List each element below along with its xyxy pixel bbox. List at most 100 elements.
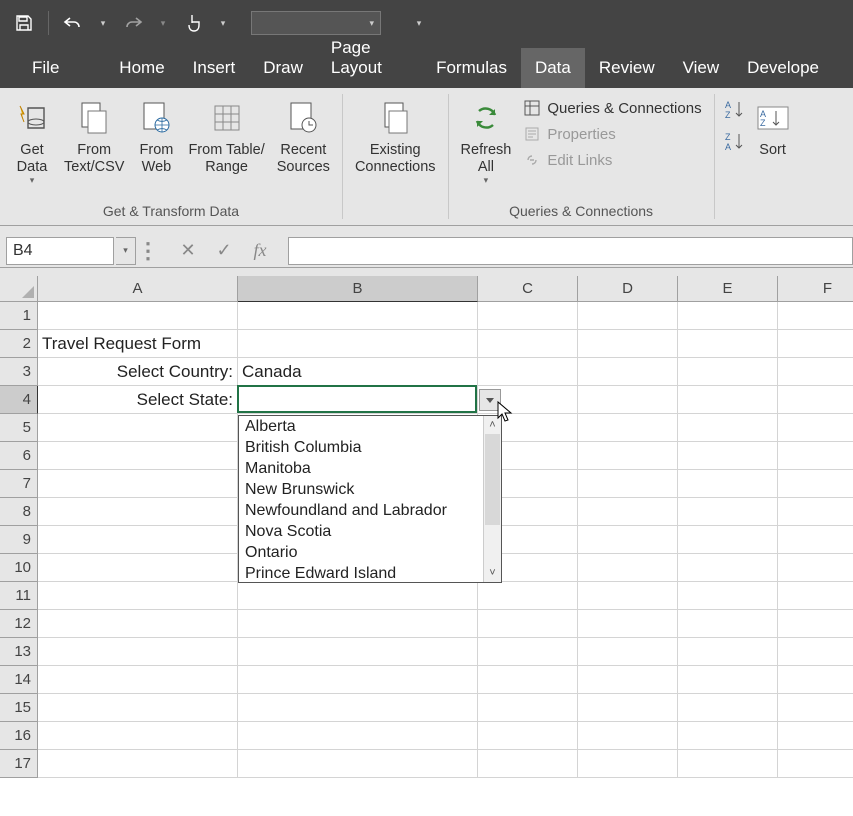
cell-F5[interactable] — [778, 414, 853, 442]
cell-C16[interactable] — [478, 722, 578, 750]
cell-F6[interactable] — [778, 442, 853, 470]
cell-C13[interactable] — [478, 638, 578, 666]
cell-C12[interactable] — [478, 610, 578, 638]
tab-data[interactable]: Data — [521, 48, 585, 88]
name-box-dropdown[interactable]: ▾ — [116, 237, 136, 265]
formula-bar-input[interactable] — [288, 237, 853, 265]
column-header-A[interactable]: A — [38, 276, 238, 302]
cell-D12[interactable] — [578, 610, 678, 638]
cell-D10[interactable] — [578, 554, 678, 582]
undo-button[interactable] — [57, 7, 89, 39]
dropdown-item[interactable]: British Columbia — [239, 437, 483, 458]
cell-C11[interactable] — [478, 582, 578, 610]
cell-E16[interactable] — [678, 722, 778, 750]
cell-A8[interactable] — [38, 498, 238, 526]
cell-E13[interactable] — [678, 638, 778, 666]
touch-dropdown[interactable]: ▾ — [213, 18, 233, 29]
cell-B14[interactable] — [238, 666, 478, 694]
redo-button[interactable] — [117, 7, 149, 39]
cell-E17[interactable] — [678, 750, 778, 778]
row-header-16[interactable]: 16 — [0, 722, 38, 750]
column-header-B[interactable]: B — [238, 276, 478, 302]
queries-connections-button[interactable]: Queries & Connections — [519, 96, 705, 120]
cell-D13[interactable] — [578, 638, 678, 666]
cell-D3[interactable] — [578, 358, 678, 386]
column-header-F[interactable]: F — [778, 276, 853, 302]
cell-B3[interactable]: Canada — [238, 358, 478, 386]
row-header-1[interactable]: 1 — [0, 302, 38, 330]
cell-D9[interactable] — [578, 526, 678, 554]
cell-E11[interactable] — [678, 582, 778, 610]
row-header-9[interactable]: 9 — [0, 526, 38, 554]
cell-D7[interactable] — [578, 470, 678, 498]
sort-button[interactable]: AZ Sort — [749, 96, 797, 161]
row-header-3[interactable]: 3 — [0, 358, 38, 386]
cell-F10[interactable] — [778, 554, 853, 582]
tab-insert[interactable]: Insert — [179, 48, 250, 88]
cell-A1[interactable] — [38, 302, 238, 330]
cell-B16[interactable] — [238, 722, 478, 750]
cell-A14[interactable] — [38, 666, 238, 694]
name-box[interactable]: B4 — [6, 237, 114, 265]
cell-F2[interactable] — [778, 330, 853, 358]
existing-connections-button[interactable]: Existing Connections — [351, 96, 440, 177]
cell-A13[interactable] — [38, 638, 238, 666]
cell-E15[interactable] — [678, 694, 778, 722]
cell-E2[interactable] — [678, 330, 778, 358]
from-web-button[interactable]: From Web — [132, 96, 180, 177]
cancel-formula-button[interactable]: ✕ — [170, 237, 206, 265]
get-data-button[interactable]: Get Data ▾ — [8, 96, 56, 188]
cell-D4[interactable] — [578, 386, 678, 414]
cell-A5[interactable] — [38, 414, 238, 442]
cell-A7[interactable] — [38, 470, 238, 498]
cell-A17[interactable] — [38, 750, 238, 778]
data-validation-dropdown-button[interactable] — [479, 389, 501, 411]
cell-F1[interactable] — [778, 302, 853, 330]
cell-F4[interactable] — [778, 386, 853, 414]
cell-A10[interactable] — [38, 554, 238, 582]
row-header-7[interactable]: 7 — [0, 470, 38, 498]
dropdown-item[interactable]: Newfoundland and Labrador — [239, 500, 483, 521]
cell-D14[interactable] — [578, 666, 678, 694]
cell-E5[interactable] — [678, 414, 778, 442]
cell-E12[interactable] — [678, 610, 778, 638]
cell-D16[interactable] — [578, 722, 678, 750]
row-header-5[interactable]: 5 — [0, 414, 38, 442]
dropdown-item[interactable]: New Brunswick — [239, 479, 483, 500]
row-header-10[interactable]: 10 — [0, 554, 38, 582]
row-header-14[interactable]: 14 — [0, 666, 38, 694]
insert-function-button[interactable]: fx — [242, 237, 278, 265]
cell-F12[interactable] — [778, 610, 853, 638]
cell-C15[interactable] — [478, 694, 578, 722]
cell-B11[interactable] — [238, 582, 478, 610]
tab-draw[interactable]: Draw — [249, 48, 317, 88]
cell-E6[interactable] — [678, 442, 778, 470]
sort-az-icon[interactable]: AZ — [723, 98, 745, 120]
tab-formulas[interactable]: Formulas — [422, 48, 521, 88]
tab-review[interactable]: Review — [585, 48, 669, 88]
row-header-8[interactable]: 8 — [0, 498, 38, 526]
cell-C14[interactable] — [478, 666, 578, 694]
cell-D17[interactable] — [578, 750, 678, 778]
cell-E9[interactable] — [678, 526, 778, 554]
qat-customize-dropdown[interactable]: ▾ — [409, 18, 429, 29]
dropdown-item[interactable]: Prince Edward Island — [239, 563, 483, 582]
cell-F9[interactable] — [778, 526, 853, 554]
sort-za-icon[interactable]: ZA — [723, 130, 745, 152]
enter-formula-button[interactable]: ✓ — [206, 237, 242, 265]
cell-C1[interactable] — [478, 302, 578, 330]
cell-F7[interactable] — [778, 470, 853, 498]
cell-E1[interactable] — [678, 302, 778, 330]
cell-C3[interactable] — [478, 358, 578, 386]
column-header-D[interactable]: D — [578, 276, 678, 302]
from-table-button[interactable]: From Table/ Range — [184, 96, 268, 177]
cell-F14[interactable] — [778, 666, 853, 694]
row-header-6[interactable]: 6 — [0, 442, 38, 470]
select-all-corner[interactable] — [0, 276, 38, 302]
edit-links-button[interactable]: Edit Links — [519, 148, 705, 172]
tab-page-layout[interactable]: Page Layout — [317, 28, 422, 88]
cell-B1[interactable] — [238, 302, 478, 330]
cell-F13[interactable] — [778, 638, 853, 666]
tab-file[interactable]: File — [20, 48, 79, 88]
undo-dropdown[interactable]: ▾ — [93, 18, 113, 29]
